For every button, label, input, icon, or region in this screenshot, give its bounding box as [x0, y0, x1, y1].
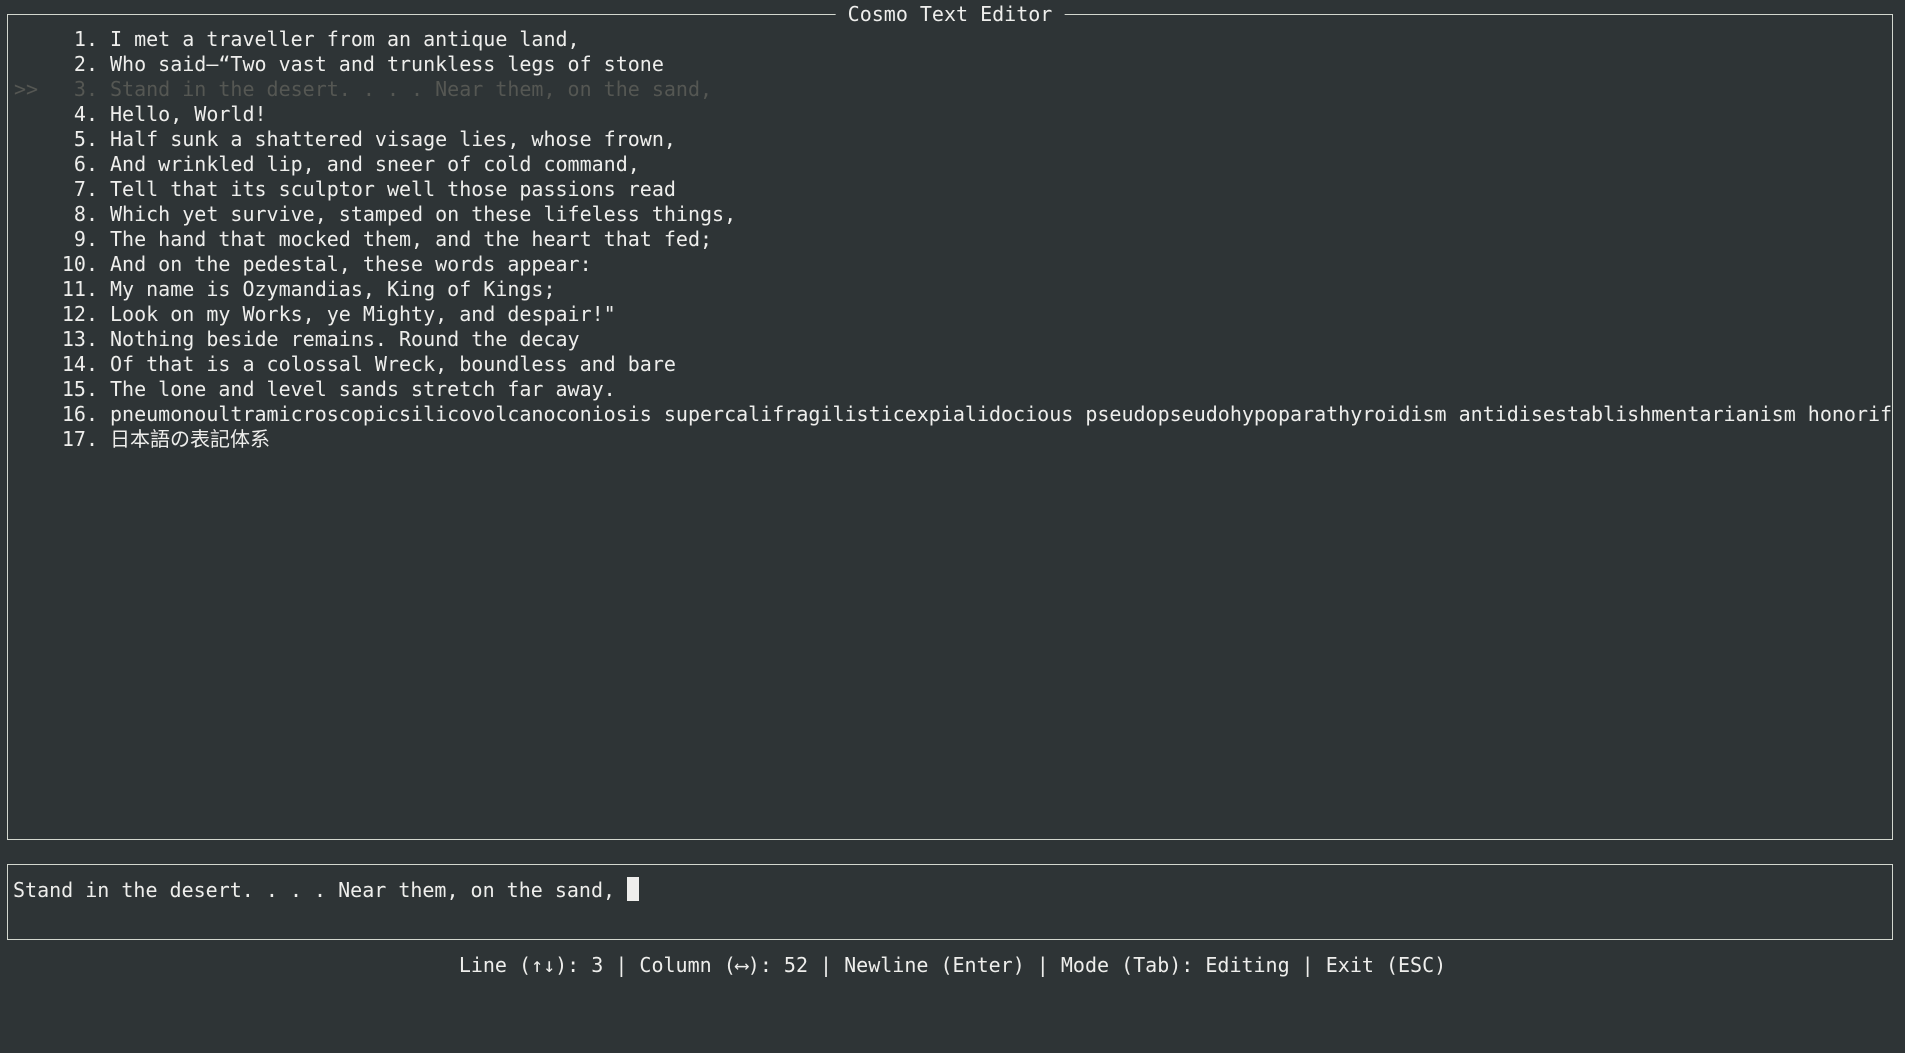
line-text: Nothing beside remains. Round the decay: [110, 327, 580, 351]
line-number: 2.: [73, 52, 98, 76]
line-number: 10.: [61, 252, 98, 276]
line-text: 日本語の表記体系: [110, 427, 270, 451]
line-number: 8.: [73, 202, 98, 226]
line-number: 14.: [61, 352, 98, 376]
text-cursor: [627, 877, 640, 901]
line-text: The hand that mocked them, and the heart…: [110, 227, 713, 251]
line-text: My name is Ozymandias, King of Kings;: [110, 277, 556, 301]
line-edit-value: Stand in the desert. . . . Near them, on…: [13, 878, 628, 902]
line-text: Look on my Works, ye Mighty, and despair…: [110, 302, 616, 326]
editor-line[interactable]: 1. I met a traveller from an antique lan…: [8, 27, 1892, 52]
line-number: 12.: [61, 302, 98, 326]
line-number: 13.: [61, 327, 98, 351]
line-number: 11.: [61, 277, 98, 301]
line-text: Who said—“Two vast and trunkless legs of…: [110, 52, 664, 76]
editor-line[interactable]: 14. Of that is a colossal Wreck, boundle…: [8, 352, 1892, 377]
line-text: pneumonoultramicroscopicsilicovolcanocon…: [110, 402, 1892, 426]
editor-line[interactable]: 10. And on the pedestal, these words app…: [8, 252, 1892, 277]
line-number: 4.: [73, 102, 98, 126]
editor-line[interactable]: 15. The lone and level sands stretch far…: [8, 377, 1892, 402]
line-text: Half sunk a shattered visage lies, whose…: [110, 127, 676, 151]
line-number: 17.: [61, 427, 98, 451]
line-number: 9.: [73, 227, 98, 251]
line-number: 7.: [73, 177, 98, 201]
editor-line[interactable]: 5. Half sunk a shattered visage lies, wh…: [8, 127, 1892, 152]
editor-line[interactable]: 9. The hand that mocked them, and the he…: [8, 227, 1892, 252]
line-text: Which yet survive, stamped on these life…: [110, 202, 737, 226]
editor-lines[interactable]: 1. I met a traveller from an antique lan…: [8, 27, 1892, 839]
line-number: 1.: [73, 27, 98, 51]
line-number: 3.: [73, 77, 98, 101]
editor-line[interactable]: 8. Which yet survive, stamped on these l…: [8, 202, 1892, 227]
editor-line[interactable]: 16. pneumonoultramicroscopicsilicovolcan…: [8, 402, 1892, 427]
line-text: And wrinkled lip, and sneer of cold comm…: [110, 152, 640, 176]
status-bar: Line (↑↓): 3 | Column (⟷): 52 | Newline …: [458, 953, 1447, 977]
line-text: The lone and level sands stretch far awa…: [110, 377, 616, 401]
editor-line[interactable]: 2. Who said—“Two vast and trunkless legs…: [8, 52, 1892, 77]
editor-line[interactable]: 7. Tell that its sculptor well those pas…: [8, 177, 1892, 202]
editor-line[interactable]: 4. Hello, World!: [8, 102, 1892, 127]
editor-line-current[interactable]: >> 3. Stand in the desert. . . . Near th…: [8, 77, 1892, 102]
editor-line[interactable]: 12. Look on my Works, ye Mighty, and des…: [8, 302, 1892, 327]
line-edit-field[interactable]: Stand in the desert. . . . Near them, on…: [7, 864, 1893, 940]
line-text: Of that is a colossal Wreck, boundless a…: [110, 352, 676, 376]
editor-line[interactable]: 17. 日本語の表記体系: [8, 427, 1892, 452]
line-text: Tell that its sculptor well those passio…: [110, 177, 676, 201]
line-number: 15.: [61, 377, 98, 401]
line-text: Hello, World!: [110, 102, 267, 126]
line-edit-content[interactable]: Stand in the desert. . . . Near them, on…: [13, 877, 640, 903]
editor-title: Cosmo Text Editor: [835, 1, 1065, 27]
editor-panel: Cosmo Text Editor 1. I met a traveller f…: [7, 1, 1893, 840]
line-number: 5.: [73, 127, 98, 151]
line-text: And on the pedestal, these words appear:: [110, 252, 592, 276]
line-number: 6.: [73, 152, 98, 176]
line-number: 16.: [61, 402, 98, 426]
editor-line[interactable]: 6. And wrinkled lip, and sneer of cold c…: [8, 152, 1892, 177]
line-text: I met a traveller from an antique land,: [110, 27, 580, 51]
editor-line[interactable]: 11. My name is Ozymandias, King of Kings…: [8, 277, 1892, 302]
editor-line[interactable]: 13. Nothing beside remains. Round the de…: [8, 327, 1892, 352]
line-text: Stand in the desert. . . . Near them, on…: [110, 77, 713, 101]
